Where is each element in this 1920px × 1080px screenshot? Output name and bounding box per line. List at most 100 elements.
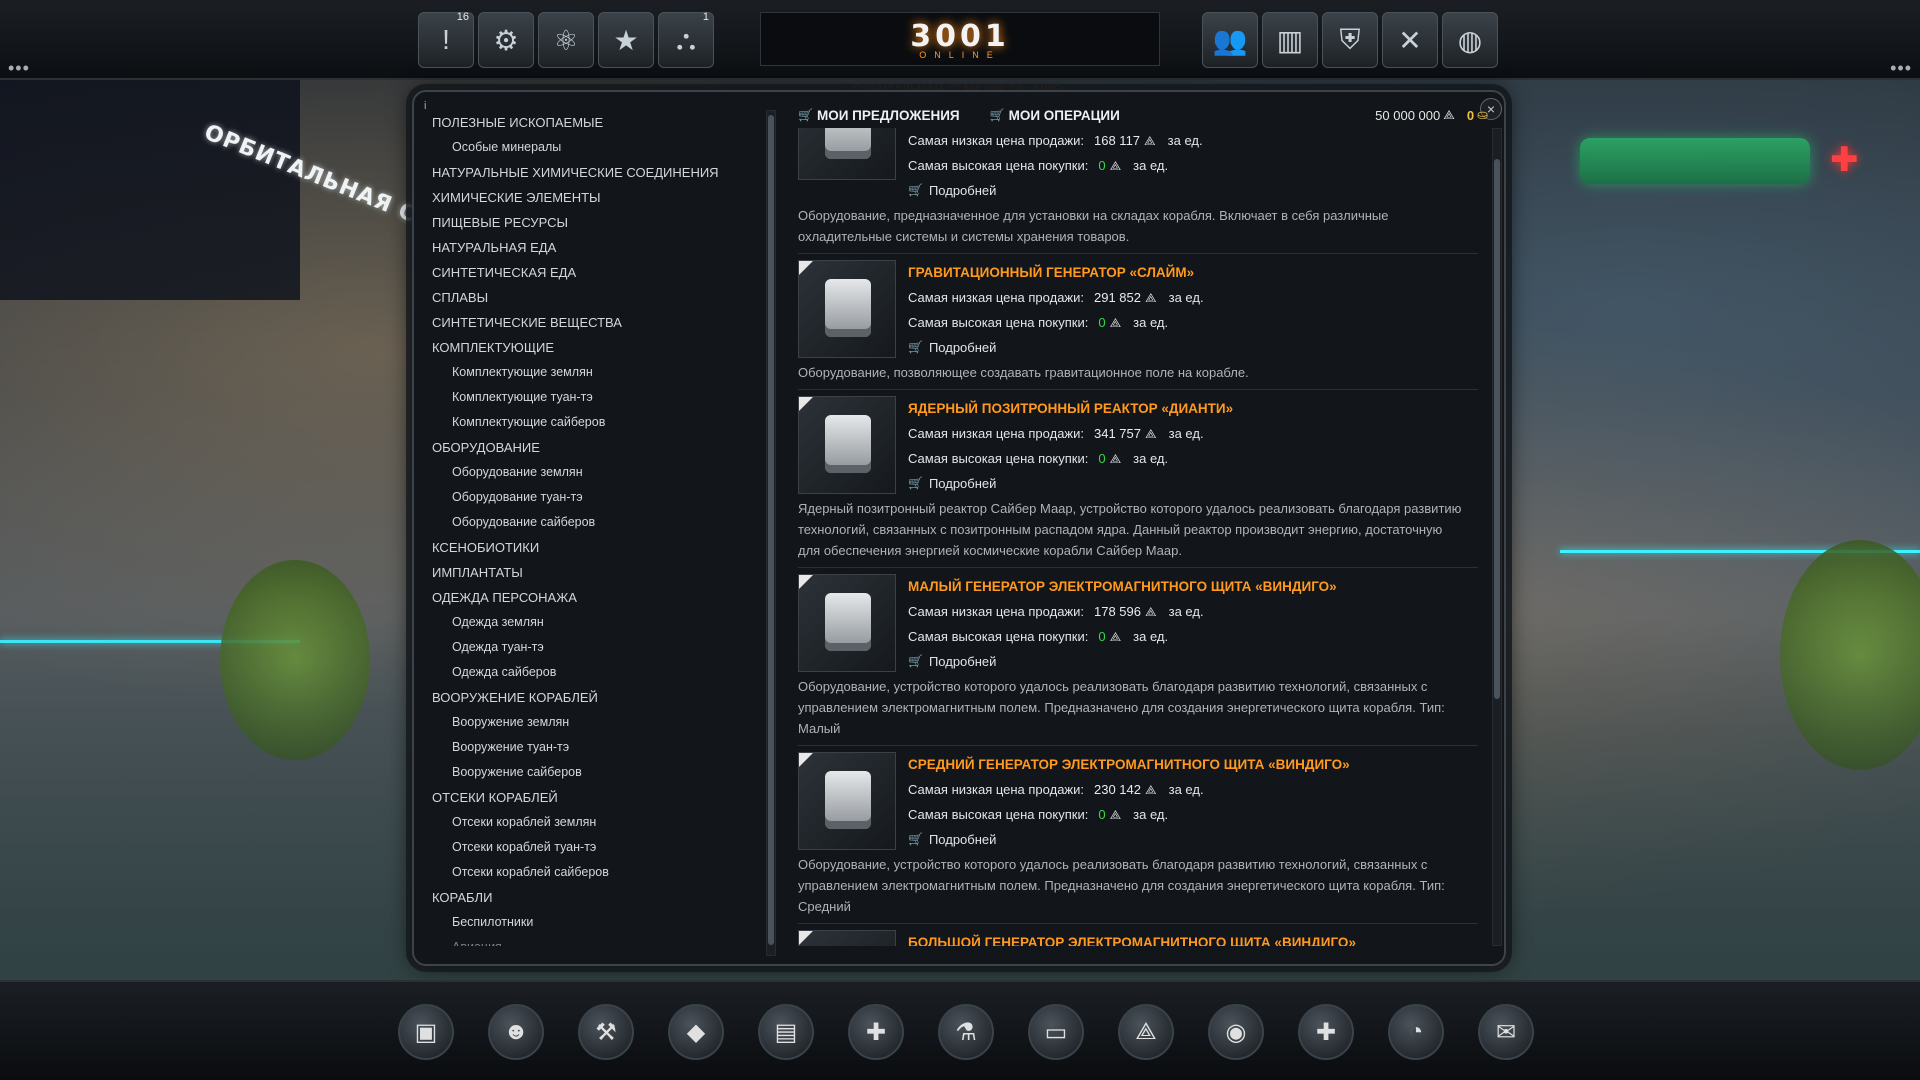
item-name[interactable]: ГРАВИТАЦИОННЫЙ ГЕНЕРАТОР «СЛАЙМ»: [908, 260, 1478, 285]
sidebar-category-item[interactable]: Одежда землян: [432, 610, 772, 635]
lab-button[interactable]: ⚗: [938, 1004, 994, 1060]
item-name[interactable]: ЯДЕРНЫЙ ПОЗИТРОННЫЙ РЕАКТОР «ДИАНТИ»: [908, 396, 1478, 421]
market-button[interactable]: ⟁: [1118, 1004, 1174, 1060]
sidebar-category-item[interactable]: КСЕНОБИОТИКИ: [432, 535, 772, 560]
sidebar-category-item[interactable]: КОМПЛЕКТУЮЩИЕ: [432, 335, 772, 360]
sidebar-category-item[interactable]: Комплектующие туан-тэ: [432, 385, 772, 410]
medbay-button[interactable]: ✚: [1298, 1004, 1354, 1060]
details-link[interactable]: 🛒 Подробней: [908, 649, 1478, 674]
cart-icon: 🛒: [798, 108, 813, 122]
research-button[interactable]: ✚: [848, 1004, 904, 1060]
sidebar-category-item[interactable]: Комплектующие землян: [432, 360, 772, 385]
sidebar-category-item[interactable]: Оборудование землян: [432, 460, 772, 485]
per-unit-label: за ед.: [1167, 133, 1203, 148]
sidebar-category-item[interactable]: ХИМИЧЕСКИЕ ЭЛЕМЕНТЫ: [432, 185, 772, 210]
listing-scrollbar[interactable]: [1492, 128, 1502, 946]
item-thumbnail[interactable]: [798, 128, 896, 180]
sidebar-category-item[interactable]: ОТСЕКИ КОРАБЛЕЙ: [432, 785, 772, 810]
character-button[interactable]: ☻: [488, 1004, 544, 1060]
category-scrollbar[interactable]: [766, 110, 776, 956]
credits-amount: 50 000 000: [1375, 107, 1441, 123]
details-link[interactable]: 🛒 Подробней: [908, 178, 1478, 203]
network-button[interactable]: ⛬ 1: [658, 11, 714, 68]
item-thumbnail[interactable]: [798, 396, 896, 494]
combat-button[interactable]: ✕: [1382, 12, 1438, 68]
details-link[interactable]: 🛒 Подробней: [908, 471, 1478, 496]
stats-button[interactable]: ▥: [1262, 12, 1318, 68]
sidebar-category-item[interactable]: Особые минералы: [432, 135, 772, 160]
details-link[interactable]: 🛒 Подробней: [908, 827, 1478, 852]
sidebar-category-item[interactable]: НАТУРАЛЬНАЯ ЕДА: [432, 235, 772, 260]
sidebar-category-item[interactable]: Отсеки кораблей сайберов: [432, 860, 772, 885]
item-thumbnail[interactable]: [798, 930, 896, 946]
tab-my-operations[interactable]: 🛒 МОИ ОПЕРАЦИИ: [990, 108, 1120, 123]
right-menu-dots[interactable]: •••: [1890, 58, 1912, 79]
listing-info: СРЕДНИЙ ГЕНЕРАТОР ЭЛЕКТРОМАГНИТНОГО ЩИТА…: [908, 752, 1478, 852]
credits-icon: ⟁: [1109, 315, 1122, 330]
listing-info: БОЛЬШОЙ ГЕНЕРАТОР ЭЛЕКТРОМАГНИТНОГО ЩИТА…: [908, 930, 1478, 946]
favorites-button[interactable]: ★: [598, 12, 654, 68]
lowest-sell-price: 291 852: [1094, 290, 1141, 305]
sidebar-category-item[interactable]: КОРАБЛИ: [432, 885, 772, 910]
item-thumbnail[interactable]: [798, 752, 896, 850]
sidebar-category-item[interactable]: Одежда туан-тэ: [432, 635, 772, 660]
blocks-button[interactable]: ◆: [668, 1004, 724, 1060]
space-window: [0, 80, 300, 300]
sidebar-category-item[interactable]: ОДЕЖДА ПЕРСОНАЖА: [432, 585, 772, 610]
item-thumbnail[interactable]: [798, 260, 896, 358]
logo-subtext: ONLINE: [919, 49, 1001, 60]
listing-info: МАЛЫЙ ГЕНЕРАТОР ЭЛЕКТРОМАГНИТНОГО ЩИТА «…: [908, 574, 1478, 674]
people-button[interactable]: 👥: [1202, 12, 1258, 68]
sidebar-category-item[interactable]: ПИЩЕВЫЕ РЕСУРСЫ: [432, 210, 772, 235]
credits-icon: ⟁: [1109, 451, 1122, 466]
sidebar-category-item[interactable]: Вооружение туан-тэ: [432, 735, 772, 760]
cargo-button[interactable]: ▣: [398, 1004, 454, 1060]
sidebar-category-item[interactable]: ОБОРУДОВАНИЕ: [432, 435, 772, 460]
lowest-sell-label: Самая низкая цена продажи:: [908, 290, 1084, 305]
sidebar-category-item[interactable]: Комплектующие сайберов: [432, 410, 772, 435]
medical-cross-sign: ✚: [1830, 141, 1859, 179]
blocks-icon: ◆: [686, 1018, 706, 1046]
shield-button[interactable]: ⛨: [1322, 12, 1378, 68]
sidebar-category-item[interactable]: СИНТЕТИЧЕСКАЯ ЕДА: [432, 260, 772, 285]
tab-my-offers[interactable]: 🛒 МОИ ПРЕДЛОЖЕНИЯ: [798, 108, 960, 123]
sidebar-category-item[interactable]: Авиация: [432, 935, 772, 946]
sidebar-category-item[interactable]: Отсеки кораблей землян: [432, 810, 772, 835]
sidebar-category-item[interactable]: Вооружение сайберов: [432, 760, 772, 785]
mail-button[interactable]: ✉: [1478, 1004, 1534, 1060]
details-label: Подробней: [928, 654, 997, 669]
disc-button[interactable]: ◉: [1208, 1004, 1264, 1060]
listing-scrollbar-thumb[interactable]: [1494, 159, 1500, 699]
settings-button[interactable]: ⚙: [478, 12, 534, 68]
computer-button[interactable]: ▭: [1028, 1004, 1084, 1060]
sidebar-category-item[interactable]: Одежда сайберов: [432, 660, 772, 685]
sidebar-category-item[interactable]: Оборудование туан-тэ: [432, 485, 772, 510]
sidebar-category-item[interactable]: Оборудование сайберов: [432, 510, 772, 535]
details-link[interactable]: 🛒 Подробней: [908, 335, 1478, 360]
sidebar-category-item[interactable]: Вооружение землян: [432, 710, 772, 735]
alert-button[interactable]: ! 16: [418, 11, 474, 68]
per-unit-label: за ед.: [1133, 451, 1169, 466]
top-bar: ••• ••• ! 16 ⚙ ⚛ ★ ⛬ 1 3001 ONLINE 👥 ▥ ⛨…: [0, 0, 1920, 80]
terminal-button[interactable]: ▤: [758, 1004, 814, 1060]
item-name[interactable]: СРЕДНИЙ ГЕНЕРАТОР ЭЛЕКТРОМАГНИТНОГО ЩИТА…: [908, 752, 1478, 777]
sidebar-category-item[interactable]: НАТУРАЛЬНЫЕ ХИМИЧЕСКИЕ СОЕДИНЕНИЯ: [432, 160, 772, 185]
sidebar-category-item[interactable]: ИМПЛАНТАТЫ: [432, 560, 772, 585]
listing-item: Самая низкая цена продажи: 168 117 ⟁ за ед.…: [798, 128, 1478, 254]
sidebar-category-item[interactable]: ПОЛЕЗНЫЕ ИСКОПАЕМЫЕ: [432, 110, 772, 135]
category-scrollbar-thumb[interactable]: [768, 115, 774, 945]
sidebar-category-item[interactable]: СПЛАВЫ: [432, 285, 772, 310]
item-name[interactable]: БОЛЬШОЙ ГЕНЕРАТОР ЭЛЕКТРОМАГНИТНОГО ЩИТА…: [908, 930, 1478, 946]
sidebar-category-item[interactable]: СИНТЕТИЧЕСКИЕ ВЕЩЕСТВА: [432, 310, 772, 335]
sidebar-category-item[interactable]: ВООРУЖЕНИЕ КОРАБЛЕЙ: [432, 685, 772, 710]
sidebar-category-item[interactable]: Отсеки кораблей туан-тэ: [432, 835, 772, 860]
science-button[interactable]: ⚛: [538, 12, 594, 68]
item-thumbnail[interactable]: [798, 574, 896, 672]
radar-button[interactable]: ◔: [1388, 1004, 1444, 1060]
sidebar-category-item[interactable]: Беспилотники: [432, 910, 772, 935]
left-menu-dots[interactable]: •••: [8, 58, 30, 79]
planet-icon: ◍: [1457, 24, 1483, 56]
item-name[interactable]: МАЛЫЙ ГЕНЕРАТОР ЭЛЕКТРОМАГНИТНОГО ЩИТА «…: [908, 574, 1478, 599]
planet-button[interactable]: ◍: [1442, 12, 1498, 68]
craft-button[interactable]: ⚒: [578, 1004, 634, 1060]
